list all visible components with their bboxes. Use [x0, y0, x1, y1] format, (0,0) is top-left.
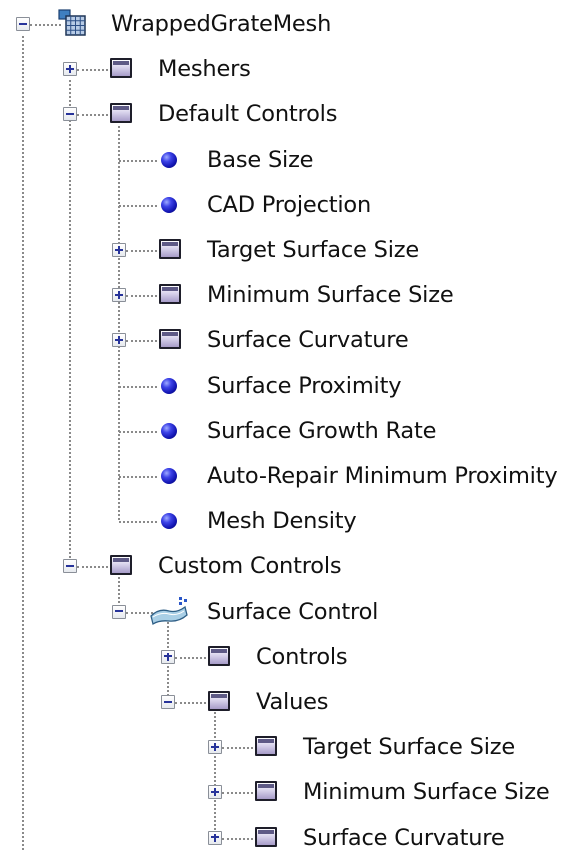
tree-connector [77, 114, 108, 117]
tree-node-auto-repair-minimum-proximity[interactable]: Auto-Repair Minimum Proximity [0, 454, 577, 499]
folder-icon [208, 645, 230, 666]
tree-node-label: Surface Curvature [303, 824, 505, 851]
tree-node-label: Meshers [158, 56, 251, 83]
collapse-toggle[interactable] [16, 17, 30, 31]
folder-icon [208, 691, 230, 711]
expand-toggle[interactable] [63, 62, 77, 77]
tree-connector [175, 702, 206, 704]
tree-node-label: Custom Controls [158, 553, 342, 580]
bullet-icon [161, 468, 177, 484]
tree-node-custom-controls[interactable]: Custom Controls [0, 544, 577, 589]
tree-node-label: Controls [256, 643, 348, 670]
collapse-toggle[interactable] [161, 695, 175, 709]
tree-connector [222, 837, 253, 840]
tree-connector [119, 430, 157, 433]
tree-connector [77, 566, 108, 569]
tree-connector [126, 250, 157, 252]
tree-connector [77, 69, 108, 72]
mesh-icon [58, 9, 86, 36]
tree-node-meshers[interactable]: Meshers [0, 47, 577, 92]
folder-icon [110, 103, 132, 124]
bullet-icon [161, 377, 177, 394]
folder-icon [159, 329, 181, 350]
tree-node-surface-control[interactable]: Surface Control [0, 590, 577, 635]
tree-node-minimum-surface-size[interactable]: Minimum Surface Size [0, 273, 577, 318]
tree-node-label: Surface Curvature [207, 327, 409, 354]
folder-icon [255, 826, 277, 847]
tree-node-values-minimum-surface-size[interactable]: Minimum Surface Size [0, 770, 577, 815]
collapse-toggle[interactable] [63, 559, 77, 574]
expand-toggle[interactable] [208, 785, 222, 800]
tree-node-label: Default Controls [158, 101, 338, 128]
tree-connector [119, 385, 157, 388]
tree-connector [119, 204, 157, 207]
folder-icon [159, 284, 181, 305]
tree-node-label: Auto-Repair Minimum Proximity [207, 463, 558, 489]
tree-node-label: Target Surface Size [303, 734, 516, 761]
tree-node-default-controls[interactable]: Default Controls [0, 92, 577, 137]
collapse-toggle[interactable] [63, 107, 77, 122]
tree-node-mesh-density[interactable]: Mesh Density [0, 499, 577, 544]
tree-node-root[interactable]: WrappedGrateMesh [0, 2, 577, 47]
tree-node-controls[interactable]: Controls [0, 635, 577, 680]
expand-toggle[interactable] [208, 740, 222, 755]
tree-node-label: Target Surface Size [207, 237, 420, 263]
tree-node-target-surface-size[interactable]: Target Surface Size [0, 228, 577, 273]
tree-node-label: Values [256, 689, 329, 715]
tree-node-label: Surface Growth Rate [207, 417, 437, 444]
tree-connector [119, 521, 157, 524]
tree-connector [222, 792, 253, 795]
tree-node-label: Surface Control [207, 598, 379, 625]
expand-toggle[interactable] [112, 288, 126, 303]
tree-node-cad-projection[interactable]: CAD Projection [0, 183, 577, 228]
collapse-toggle[interactable] [112, 604, 126, 619]
folder-icon [110, 555, 132, 576]
tree-node-label: Base Size [207, 146, 314, 173]
bullet-icon [161, 196, 177, 213]
expand-toggle[interactable] [161, 649, 175, 664]
folder-icon [255, 781, 277, 802]
tree-connector [175, 656, 206, 659]
tree-connector [119, 159, 157, 162]
tree-node-values-target-surface-size[interactable]: Target Surface Size [0, 725, 577, 770]
tree-node-label: WrappedGrateMesh [111, 11, 332, 37]
expand-toggle[interactable] [208, 830, 222, 845]
bullet-icon [161, 422, 177, 439]
folder-icon [159, 239, 181, 259]
tree-node-surface-growth-rate[interactable]: Surface Growth Rate [0, 409, 577, 454]
tree-connector [126, 340, 157, 343]
tree-node-values-surface-curvature[interactable]: Surface Curvature [0, 816, 577, 851]
tree-node-label: Surface Proximity [207, 372, 402, 399]
tree-connector [119, 476, 157, 478]
tree-node-label: Mesh Density [207, 508, 357, 535]
tree-node-label: CAD Projection [207, 191, 372, 218]
bullet-icon [161, 513, 177, 530]
folder-icon [255, 736, 277, 757]
tree-node-label: Minimum Surface Size [207, 282, 454, 309]
tree-node-base-size[interactable]: Base Size [0, 138, 577, 183]
tree-connector [126, 295, 157, 298]
tree-connector [222, 747, 253, 750]
tree-view: WrappedGrateMesh Meshers Default Controls B… [0, 0, 577, 851]
tree-node-surface-curvature[interactable]: Surface Curvature [0, 318, 577, 363]
tree-node-label: Minimum Surface Size [303, 779, 550, 806]
tree-node-surface-proximity[interactable]: Surface Proximity [0, 364, 577, 409]
folder-icon [110, 58, 132, 79]
surface-control-icon [150, 596, 188, 625]
expand-toggle[interactable] [112, 243, 126, 257]
tree-node-values[interactable]: Values [0, 680, 577, 725]
expand-toggle[interactable] [112, 333, 126, 348]
bullet-icon [161, 151, 177, 168]
